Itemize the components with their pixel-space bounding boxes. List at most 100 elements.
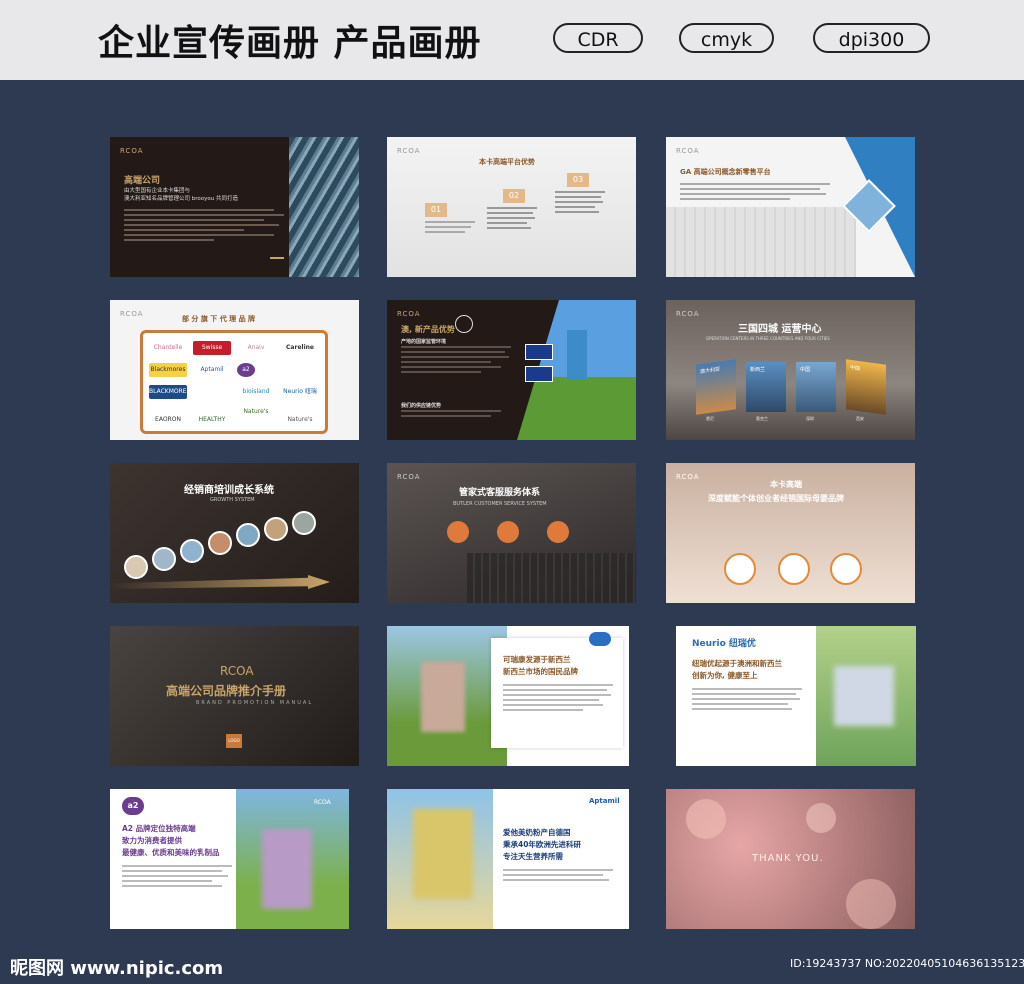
service-icon: [497, 521, 519, 543]
product-photo: [387, 626, 507, 766]
card-subtitle: 创新为你, 健康至上: [692, 671, 758, 680]
card-subtitle: 致力为消费者提供: [122, 836, 182, 845]
card-title: 澳, 新产品优势: [401, 325, 455, 334]
body-text-lines: [692, 688, 802, 713]
card-brand: RCOA: [397, 473, 421, 481]
body-text-lines: [401, 410, 501, 420]
card-subtitle: 最健康、优质和美味的乳制品: [122, 848, 220, 857]
card-title: 可瑞康发源于新西兰: [503, 655, 571, 664]
tag-cdr: CDR: [553, 23, 643, 53]
brand-logo: BLACKMORES: [149, 385, 187, 399]
body-text-lines: [122, 865, 232, 890]
city-label: 悉尼: [706, 416, 714, 421]
card-customer-service[interactable]: RCOA 管家式客服服务体系 BUTLER CUSTOMER SERVICE S…: [387, 463, 636, 603]
brand-logo: HEALTHY BEACH: [198, 416, 226, 423]
card-subtitle: 深度赋能个体创业者经销国际母婴品牌: [708, 494, 844, 503]
product-can-blurred: [421, 662, 465, 732]
service-icon: [447, 521, 469, 543]
card-karicare[interactable]: 可瑞康发源于新西兰 新西兰市场的国民品牌: [387, 626, 629, 766]
rose-decor: [686, 799, 726, 839]
brand-logo: Neurio 纽瑞优: [692, 639, 756, 649]
product-can-blurred: [834, 666, 894, 726]
card-brand: RCOA: [120, 147, 144, 155]
card-operation-centers[interactable]: RCOA 三国四城 运营中心 OPERATION CENTERS IN THRE…: [666, 300, 915, 440]
section-heading: 产地的国家监管环境: [401, 339, 447, 345]
card-brand: RCOA: [314, 799, 331, 806]
card-title: 本卡高端平台优势: [479, 158, 535, 166]
text-panel: 可瑞康发源于新西兰 新西兰市场的国民品牌: [491, 632, 623, 748]
card-neurio[interactable]: Neurio 纽瑞优 纽瑞优起源于澳洲和新西兰 创新为你, 健康至上: [676, 626, 916, 766]
brand-logo: Aptamil: [589, 797, 620, 805]
city-photo: 中国: [796, 362, 836, 412]
stage-icon: [264, 517, 288, 541]
card-agent-brands[interactable]: RCOA 部 分 旗 下 代 理 品 牌 Chantelle Swisse An…: [110, 300, 359, 440]
growth-arrow: [110, 575, 330, 589]
card-subtitle: 澳大利亚知名品牌管理公司 brooyou 共同打造: [124, 196, 238, 202]
brand-logo: bioisland: [242, 388, 270, 395]
card-subtitle: 秉承40年欧洲先进科研: [503, 840, 581, 849]
city-photo: 新西兰: [746, 362, 786, 412]
body-text-lines: [680, 183, 830, 203]
body-text-lines: [425, 221, 475, 236]
logo-badge: LOGO: [226, 734, 242, 748]
product-can-blurred: [262, 829, 312, 909]
watermark-id: ID:19243737 NO:20220405104636135123: [790, 957, 1024, 970]
card-platform-advantage[interactable]: RCOA 本卡高端平台优势 01 02 03: [387, 137, 636, 277]
card-subtitle: 由大型国有企业本卡集团与: [124, 188, 191, 194]
card-thank-you[interactable]: THANK YOU.: [666, 789, 915, 929]
service-icon: [547, 521, 569, 543]
card-aptamil[interactable]: Aptamil 爱他美奶粉产自德国 秉承40年欧洲先进科研 专注天生营养所需: [387, 789, 629, 929]
section-heading: 我们的供应链优势: [401, 403, 442, 409]
city-label: 西安: [856, 416, 864, 421]
windmill: [567, 330, 587, 380]
platform-icon: [830, 553, 862, 585]
city-label: 奥克兰: [756, 416, 768, 421]
card-new-retail[interactable]: RCOA GA 高端公司概念新零售平台: [666, 137, 915, 277]
card-empower[interactable]: RCOA 本卡高端 深度赋能个体创业者经销国际母婴品牌: [666, 463, 915, 603]
card-growth-system[interactable]: 经销商培训成长系统 GROWTH SYSTEM: [110, 463, 359, 603]
card-subtitle: OPERATION CENTERS IN THREE COUNTRIES AND…: [706, 336, 830, 341]
tag-dpi300: dpi300: [813, 23, 930, 53]
body-text-lines: [487, 207, 537, 232]
platform-icon: [724, 553, 756, 585]
step-number: 01: [425, 203, 447, 217]
building-photo: [289, 137, 359, 277]
card-brand: RCOA: [676, 473, 700, 481]
decor-circle: [455, 315, 473, 333]
stage-icon: [124, 555, 148, 579]
brand-logo: Neurio 纽瑞优: [283, 388, 317, 395]
brand-logo: Aptamil: [200, 366, 224, 373]
card-title: 部 分 旗 下 代 理 品 牌: [182, 315, 256, 323]
flag-new-zealand: [525, 366, 553, 382]
card-brand: RCOA: [397, 147, 421, 155]
brand-logo-panel: Chantelle Swisse Anaiv Careline Blackmor…: [140, 330, 328, 434]
rose-decor: [846, 879, 896, 929]
card-title: GA 高端公司概念新零售平台: [680, 168, 771, 176]
card-brand: RCOA: [676, 147, 700, 155]
card-subtitle: 专注天生营养所需: [503, 852, 563, 861]
card-title: 纽瑞优起源于澳洲和新西兰: [692, 659, 782, 668]
brand-logo: Nature's Way: [243, 408, 269, 415]
keyboard-photo: [467, 553, 636, 603]
card-brand-manual-cover[interactable]: RCOA 高端公司品牌推介手册 BRAND PROMOTION MANUAL L…: [110, 626, 359, 766]
body-text-lines: [124, 209, 284, 244]
card-title: 爱他美奶粉产自德国: [503, 828, 571, 837]
card-a2[interactable]: a2 A2 品牌定位独特高端 致力为消费者提供 最健康、优质和美味的乳制品 RC…: [110, 789, 349, 929]
card-subtitle: BUTLER CUSTOMER SERVICE SYSTEM: [453, 501, 547, 507]
page-title: 企业宣传画册 产品画册: [98, 23, 482, 64]
brand-logo: Careline: [286, 344, 314, 351]
step-number: 03: [567, 173, 589, 187]
product-can-blurred: [413, 809, 473, 899]
card-brand: RCOA: [220, 664, 254, 678]
text-panel: Aptamil 爱他美奶粉产自德国 秉承40年欧洲先进科研 专注天生营养所需: [493, 789, 629, 929]
card-product-advantage[interactable]: RCOA 澳, 新产品优势 产地的国家监管环境 我们的供应链优势: [387, 300, 636, 440]
city-photo: 中国: [846, 359, 886, 415]
city-photo: 澳大利亚: [696, 359, 736, 415]
card-brand: RCOA: [397, 310, 421, 318]
card-company-intro[interactable]: RCOA 高端公司 由大型国有企业本卡集团与 澳大利亚知名品牌管理公司 broo…: [110, 137, 359, 277]
body-text-lines: [503, 869, 613, 884]
tag-cmyk: cmyk: [679, 23, 774, 53]
card-title: 高端公司品牌推介手册: [166, 684, 287, 698]
body-text-lines: [401, 346, 511, 376]
card-subtitle: BRAND PROMOTION MANUAL: [196, 700, 314, 706]
